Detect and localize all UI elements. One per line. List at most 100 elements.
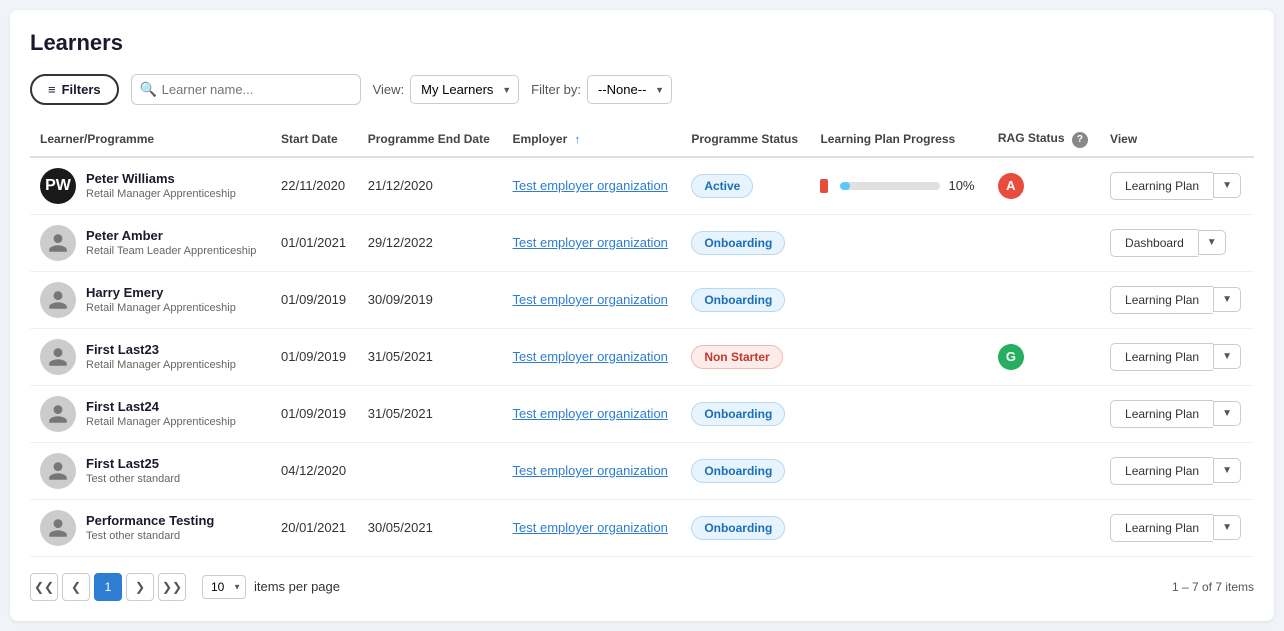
- view-dropdown-button[interactable]: ▼: [1213, 173, 1241, 198]
- filter-select[interactable]: --None--: [587, 75, 672, 104]
- employer-link[interactable]: Test employer organization: [513, 520, 668, 535]
- sort-up-icon: ↑: [575, 134, 581, 146]
- start-date: 04/12/2020: [271, 442, 358, 499]
- toolbar: ≡ Filters 🔍 View: My Learners Filter by:…: [30, 74, 1254, 105]
- table-header-row: Learner/Programme Start Date Programme E…: [30, 123, 1254, 157]
- status-cell: Onboarding: [681, 271, 810, 328]
- progress-cell-td: [810, 271, 987, 328]
- rag-help-icon[interactable]: ?: [1072, 132, 1088, 148]
- start-date: 22/11/2020: [271, 157, 358, 215]
- start-date: 01/09/2019: [271, 385, 358, 442]
- view-button[interactable]: Learning Plan: [1110, 172, 1213, 200]
- view-button[interactable]: Learning Plan: [1110, 343, 1213, 371]
- view-button[interactable]: Learning Plan: [1110, 514, 1213, 542]
- learner-programme: Test other standard: [86, 530, 214, 542]
- start-date: 01/09/2019: [271, 271, 358, 328]
- col-start-date: Start Date: [271, 123, 358, 157]
- view-cell: Learning Plan ▼: [1100, 157, 1254, 215]
- per-page-wrapper: 10 25 50 items per page: [202, 575, 340, 599]
- employer: Test employer organization: [503, 157, 682, 215]
- view-dropdown-button[interactable]: ▼: [1213, 287, 1241, 312]
- next-page-button[interactable]: ❯: [126, 573, 154, 601]
- learner-name: First Last24: [86, 399, 236, 414]
- table-row: First Last24 Retail Manager Apprenticesh…: [30, 385, 1254, 442]
- prev-page-button[interactable]: ❮: [62, 573, 90, 601]
- learner-name: Peter Amber: [86, 228, 256, 243]
- view-dropdown-button[interactable]: ▼: [1213, 401, 1241, 426]
- first-page-button[interactable]: ❮❮: [30, 573, 58, 601]
- last-page-button[interactable]: ❯❯: [158, 573, 186, 601]
- learner-cell: PW Peter Williams Retail Manager Apprent…: [30, 157, 271, 215]
- table-row: First Last25 Test other standard 04/12/2…: [30, 442, 1254, 499]
- rag-cell: [988, 214, 1100, 271]
- view-button[interactable]: Learning Plan: [1110, 400, 1213, 428]
- status-cell: Onboarding: [681, 499, 810, 556]
- progress-cell-td: 10%: [810, 157, 987, 215]
- learner-cell: First Last25 Test other standard: [30, 442, 271, 499]
- items-info: 1 – 7 of 7 items: [1172, 580, 1254, 594]
- view-btn-wrapper: Learning Plan ▼: [1110, 343, 1244, 371]
- progress-cell-td: [810, 385, 987, 442]
- view-select[interactable]: My Learners: [410, 75, 519, 104]
- avatar: [40, 453, 76, 489]
- per-page-select[interactable]: 10 25 50: [202, 575, 246, 599]
- col-status: Programme Status: [681, 123, 810, 157]
- view-cell: Learning Plan ▼: [1100, 385, 1254, 442]
- learner-info: First Last24 Retail Manager Apprenticesh…: [86, 399, 236, 428]
- view-dropdown-button[interactable]: ▼: [1213, 458, 1241, 483]
- view-button[interactable]: Learning Plan: [1110, 457, 1213, 485]
- view-button[interactable]: Dashboard: [1110, 229, 1198, 257]
- col-employer[interactable]: Employer ↑: [503, 123, 682, 157]
- progress-cell-td: [810, 328, 987, 385]
- rag-cell: [988, 385, 1100, 442]
- learner-info: First Last25 Test other standard: [86, 456, 180, 485]
- page-1-button[interactable]: 1: [94, 573, 122, 601]
- rag-cell: A: [988, 157, 1100, 215]
- learner-cell: Harry Emery Retail Manager Apprenticeshi…: [30, 271, 271, 328]
- employer-link[interactable]: Test employer organization: [513, 178, 668, 193]
- view-button[interactable]: Learning Plan: [1110, 286, 1213, 314]
- employer-link[interactable]: Test employer organization: [513, 235, 668, 250]
- employer: Test employer organization: [503, 214, 682, 271]
- filters-button[interactable]: ≡ Filters: [30, 74, 119, 105]
- view-dropdown-button[interactable]: ▼: [1198, 230, 1226, 255]
- end-date: 21/12/2020: [358, 157, 503, 215]
- status-badge: Active: [691, 174, 753, 198]
- table-row: Performance Testing Test other standard …: [30, 499, 1254, 556]
- table-row: First Last23 Retail Manager Apprenticesh…: [30, 328, 1254, 385]
- view-btn-wrapper: Learning Plan ▼: [1110, 400, 1244, 428]
- view-cell: Learning Plan ▼: [1100, 328, 1254, 385]
- employer-link[interactable]: Test employer organization: [513, 349, 668, 364]
- avatar: [40, 282, 76, 318]
- col-learner: Learner/Programme: [30, 123, 271, 157]
- status-badge: Onboarding: [691, 459, 785, 483]
- learner-programme: Retail Manager Apprenticeship: [86, 302, 236, 314]
- learner-name: First Last23: [86, 342, 236, 357]
- learner-name: First Last25: [86, 456, 180, 471]
- status-badge: Non Starter: [691, 345, 782, 369]
- rag-cell: G: [988, 328, 1100, 385]
- view-cell: Learning Plan ▼: [1100, 271, 1254, 328]
- employer: Test employer organization: [503, 442, 682, 499]
- view-btn-wrapper: Learning Plan ▼: [1110, 172, 1244, 200]
- employer-link[interactable]: Test employer organization: [513, 463, 668, 478]
- items-per-page-label: items per page: [254, 579, 340, 594]
- employer-link[interactable]: Test employer organization: [513, 292, 668, 307]
- status-cell: Active: [681, 157, 810, 215]
- rag-cell: [988, 499, 1100, 556]
- view-cell: Learning Plan ▼: [1100, 442, 1254, 499]
- learner-name: Performance Testing: [86, 513, 214, 528]
- avatar: PW: [40, 168, 76, 204]
- col-view: View: [1100, 123, 1254, 157]
- progress-marker: [820, 179, 828, 193]
- filter-icon: ≡: [48, 82, 56, 97]
- search-input[interactable]: [131, 74, 361, 105]
- learners-table: Learner/Programme Start Date Programme E…: [30, 123, 1254, 557]
- view-btn-wrapper: Learning Plan ▼: [1110, 457, 1244, 485]
- employer-link[interactable]: Test employer organization: [513, 406, 668, 421]
- status-cell: Non Starter: [681, 328, 810, 385]
- status-badge: Onboarding: [691, 288, 785, 312]
- view-dropdown-button[interactable]: ▼: [1213, 515, 1241, 540]
- progress-cell-td: [810, 214, 987, 271]
- view-dropdown-button[interactable]: ▼: [1213, 344, 1241, 369]
